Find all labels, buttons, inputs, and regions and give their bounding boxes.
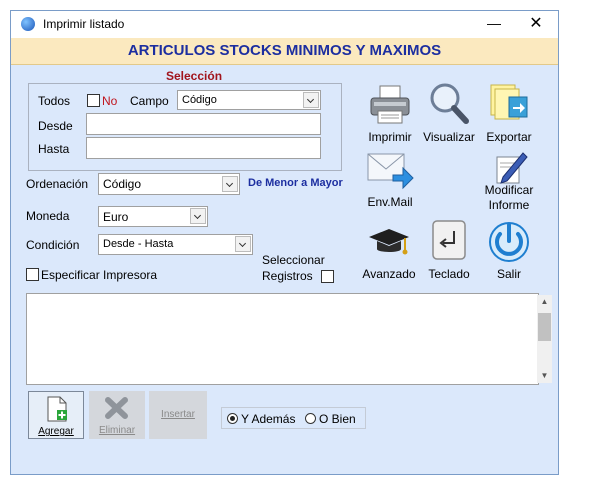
- chevron-down-icon: [303, 92, 319, 108]
- print-dialog-window: Imprimir listado — ✕ ARTICULOS STOCKS MI…: [10, 10, 559, 475]
- title-bar: Imprimir listado — ✕: [11, 11, 558, 38]
- exportar-label: Exportar: [486, 130, 532, 144]
- hasta-input[interactable]: [86, 137, 321, 159]
- avanzado-button[interactable]: Avanzado: [359, 223, 419, 283]
- seleccionar-registros-label-1: Seleccionar: [262, 253, 325, 267]
- moneda-select[interactable]: Euro: [98, 206, 208, 227]
- y-ademas-radio[interactable]: [227, 413, 238, 424]
- seleccionar-registros-label-2: Registros: [262, 269, 313, 283]
- chevron-down-icon: [222, 176, 238, 192]
- eliminar-button[interactable]: Eliminar: [89, 391, 145, 439]
- salir-label: Salir: [496, 267, 521, 281]
- exportar-button[interactable]: Exportar: [481, 81, 537, 145]
- scroll-down-icon[interactable]: ▼: [537, 369, 552, 383]
- ordenacion-select[interactable]: Código: [98, 173, 240, 195]
- keyboard-enter-icon: [432, 220, 466, 260]
- report-header: ARTICULOS STOCKS MINIMOS Y MAXIMOS: [11, 38, 558, 65]
- desde-label: Desde: [38, 119, 73, 133]
- envmail-label: Env.Mail: [367, 195, 413, 209]
- close-button[interactable]: ✕: [519, 13, 553, 35]
- teclado-label: Teclado: [428, 267, 470, 281]
- visualizar-button[interactable]: Visualizar: [419, 81, 479, 145]
- teclado-button[interactable]: Teclado: [423, 217, 475, 283]
- visualizar-label: Visualizar: [423, 130, 475, 144]
- chevron-down-icon: [190, 208, 206, 224]
- edit-report-icon: [496, 152, 528, 184]
- ordenacion-select-value: Código: [103, 177, 142, 191]
- modificar-informe-button[interactable]: Modificar Informe: [481, 149, 537, 213]
- scroll-up-icon[interactable]: ▲: [537, 295, 552, 309]
- printer-icon: [370, 85, 410, 124]
- campo-select[interactable]: Código: [177, 90, 321, 110]
- selection-group-title: Selección: [166, 69, 223, 83]
- memo-scrollbar[interactable]: ▲ ▼: [537, 295, 552, 383]
- scroll-thumb[interactable]: [538, 313, 551, 341]
- window-title: Imprimir listado: [43, 17, 125, 31]
- condicion-select-value: Desde - Hasta: [103, 238, 174, 250]
- o-bien-radio[interactable]: [305, 413, 316, 424]
- hasta-label: Hasta: [38, 142, 70, 156]
- magnifier-icon: [430, 83, 469, 124]
- imprimir-label: Imprimir: [368, 130, 412, 144]
- y-ademas-label: Y Además: [241, 412, 296, 426]
- especificar-impresora-checkbox[interactable]: [26, 268, 39, 281]
- conditions-memo[interactable]: ▲ ▼: [26, 293, 552, 385]
- agregar-label: Agregar: [38, 426, 74, 437]
- condicion-label: Condición: [26, 238, 80, 252]
- condicion-select[interactable]: Desde - Hasta: [98, 234, 253, 255]
- moneda-label: Moneda: [26, 209, 70, 223]
- todos-no-label: No: [102, 94, 118, 108]
- agregar-button[interactable]: Agregar: [28, 391, 84, 439]
- especificar-impresora-label: Especificar Impresora: [41, 268, 158, 282]
- moneda-select-value: Euro: [103, 210, 129, 224]
- logic-radio-group: Y Además O Bien: [221, 407, 366, 429]
- salir-button[interactable]: Salir: [483, 217, 535, 283]
- desde-input[interactable]: [86, 113, 321, 135]
- campo-select-value: Código: [182, 94, 217, 106]
- modificar-label-1: Modificar: [484, 183, 534, 197]
- campo-label: Campo: [130, 94, 169, 108]
- eliminar-label: Eliminar: [98, 425, 136, 436]
- avanzado-label: Avanzado: [362, 267, 416, 281]
- seleccionar-registros-checkbox[interactable]: [321, 270, 334, 283]
- ordenacion-label: Ordenación: [26, 177, 89, 191]
- modificar-label-2: Informe: [488, 198, 530, 212]
- chevron-down-icon: [235, 236, 251, 252]
- app-icon: [21, 17, 35, 31]
- report-title: ARTICULOS STOCKS MINIMOS Y MAXIMOS: [127, 42, 442, 59]
- o-bien-label: O Bien: [319, 412, 356, 426]
- add-document-icon: [47, 396, 67, 422]
- minimize-button[interactable]: —: [477, 13, 511, 35]
- imprimir-button[interactable]: Imprimir: [363, 83, 417, 145]
- power-icon: [489, 222, 529, 262]
- envmail-button[interactable]: Env.Mail: [363, 151, 417, 211]
- delete-x-icon: [105, 397, 128, 419]
- insertar-label: Insertar: [161, 409, 195, 420]
- mail-icon: [367, 153, 414, 190]
- graduation-cap-icon: [369, 229, 409, 255]
- export-icon: [490, 84, 528, 120]
- todos-checkbox[interactable]: [87, 94, 100, 107]
- sort-direction-link[interactable]: De Menor a Mayor: [248, 177, 343, 189]
- insertar-button[interactable]: Insertar: [149, 391, 207, 439]
- todos-label: Todos: [38, 94, 71, 108]
